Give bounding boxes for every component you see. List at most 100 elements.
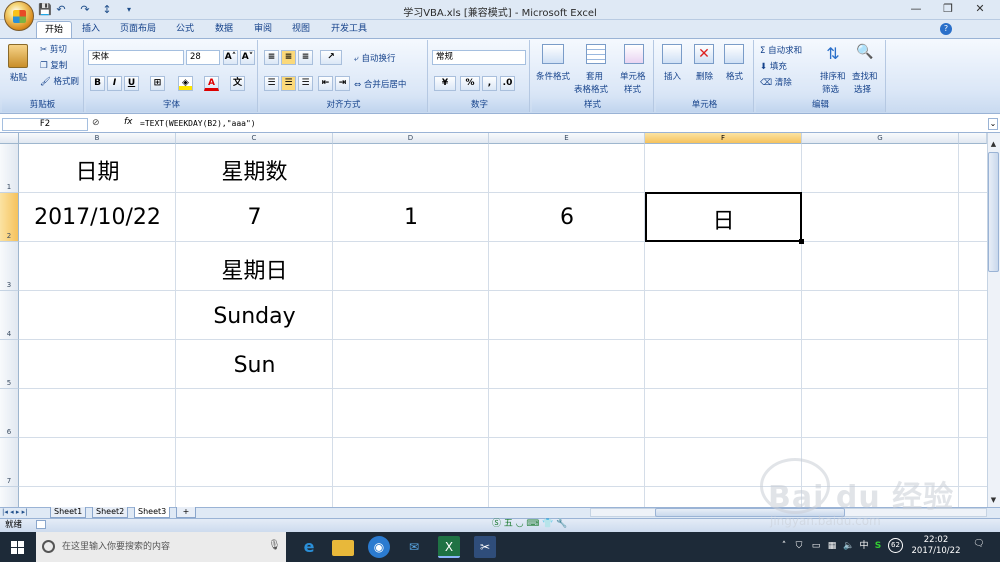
format-cells-icon[interactable] xyxy=(724,44,744,64)
border-icon[interactable]: ⊞ xyxy=(150,76,165,91)
table-format-line1[interactable]: 套用 xyxy=(586,70,603,82)
insert-cells-icon[interactable] xyxy=(662,44,682,64)
network-icon[interactable]: ▦ xyxy=(826,540,838,552)
fill-handle[interactable] xyxy=(799,239,804,244)
row-header-5[interactable]: 5 xyxy=(0,340,19,389)
number-format-select[interactable]: 常规 xyxy=(432,50,526,65)
cell-style-icon[interactable] xyxy=(624,44,644,64)
underline-button[interactable]: U xyxy=(124,76,139,91)
column-header-h[interactable] xyxy=(959,133,987,144)
cell-e2[interactable]: 6 xyxy=(489,205,645,230)
tab-review[interactable]: 审阅 xyxy=(246,21,280,38)
sort-filter-icon[interactable]: ⇅ xyxy=(824,44,842,64)
column-header-f[interactable]: F xyxy=(645,133,802,144)
column-header-c[interactable]: C xyxy=(176,133,333,144)
find-select-line2[interactable]: 选择 xyxy=(854,83,871,95)
comma-button[interactable]: , xyxy=(482,76,497,91)
cut-button[interactable]: ✂ 剪切 xyxy=(40,43,67,55)
align-right-icon[interactable]: ☰ xyxy=(298,76,313,91)
font-size-select[interactable]: 28 xyxy=(186,50,220,65)
increase-indent-icon[interactable]: ⇥ xyxy=(335,76,350,91)
sheet-tab-2[interactable]: Sheet2 xyxy=(92,507,129,518)
cell-b2[interactable]: 2017/10/22 xyxy=(19,205,176,230)
sheet-tab-1[interactable]: Sheet1 xyxy=(50,507,87,518)
grow-font-button[interactable]: A˄ xyxy=(223,50,238,65)
worksheet-grid[interactable] xyxy=(0,133,987,507)
cell-b1[interactable]: 日期 xyxy=(19,154,176,186)
increase-decimal-icon[interactable]: .0 xyxy=(500,76,515,91)
sheet-nav-icons[interactable]: |◂ ◂ ▸ ▸| xyxy=(2,507,27,518)
microphone-icon[interactable]: 🎙 xyxy=(268,540,281,554)
align-center-icon[interactable]: ☰ xyxy=(281,76,296,91)
conditional-format-button[interactable]: 条件格式 xyxy=(536,70,570,82)
paste-icon[interactable] xyxy=(8,44,28,68)
sort-filter-line1[interactable]: 排序和 xyxy=(820,70,846,82)
cell-c1[interactable]: 星期数 xyxy=(176,154,333,186)
fx-button[interactable]: fx xyxy=(124,117,133,127)
name-box[interactable]: F2 xyxy=(2,118,88,131)
formula-input[interactable]: =TEXT(WEEKDAY(B2),"aaa") xyxy=(140,118,985,131)
shrink-font-button[interactable]: A˅ xyxy=(240,50,255,65)
row-header-4[interactable]: 4 xyxy=(0,291,19,340)
tab-home[interactable]: 开始 xyxy=(36,21,73,38)
row-header-7[interactable]: 7 xyxy=(0,438,19,487)
column-header-g[interactable]: G xyxy=(802,133,959,144)
find-select-line1[interactable]: 查找和 xyxy=(852,70,878,82)
edge-icon[interactable]: e xyxy=(298,536,320,558)
copy-button[interactable]: ❐ 复制 xyxy=(40,59,67,71)
cell-c2[interactable]: 7 xyxy=(176,205,333,230)
italic-button[interactable]: I xyxy=(107,76,122,91)
tab-view[interactable]: 视图 xyxy=(284,21,318,38)
wrap-text-button[interactable]: ⤶ 自动换行 xyxy=(354,52,395,64)
cell-c3[interactable]: 星期日 xyxy=(176,253,333,285)
screenshot-app-icon[interactable]: ✂ xyxy=(474,536,496,558)
minimize-button[interactable]: — xyxy=(905,2,927,16)
insert-cells-button[interactable]: 插入 xyxy=(664,70,681,82)
fill-button[interactable]: ⬇ 填充 xyxy=(760,60,787,72)
binoculars-icon[interactable]: 🔍 xyxy=(856,44,874,64)
row-header-6[interactable]: 6 xyxy=(0,389,19,438)
office-button[interactable] xyxy=(4,1,34,31)
start-button[interactable] xyxy=(0,532,36,562)
shield-icon[interactable]: ⛉ xyxy=(793,540,805,552)
new-sheet-icon[interactable]: + xyxy=(176,507,196,518)
file-explorer-icon[interactable] xyxy=(332,540,354,556)
row-header-2[interactable]: 2 xyxy=(0,193,19,242)
merge-center-button[interactable]: ⇔ 合并后居中 xyxy=(354,78,406,90)
browser-icon[interactable]: ◉ xyxy=(368,536,390,558)
tab-page-layout[interactable]: 页面布局 xyxy=(112,21,164,38)
tab-developer[interactable]: 开发工具 xyxy=(323,21,375,38)
expand-formula-icon[interactable]: ⌄ xyxy=(988,118,998,130)
phonetic-icon[interactable]: 文 xyxy=(230,76,245,91)
clear-button[interactable]: ⌫ 清除 xyxy=(760,76,792,88)
ime-toolbar[interactable]: Ⓢ 五 ◡ ⌨ 👕 🔧 xyxy=(492,518,598,531)
format-painter-button[interactable]: 🖌 格式刷 xyxy=(40,75,79,87)
align-bottom-icon[interactable]: ≡ xyxy=(298,50,313,65)
column-header-e[interactable]: E xyxy=(489,133,645,144)
autosum-button[interactable]: Σ 自动求和 xyxy=(760,44,802,56)
delete-cells-button[interactable]: 删除 xyxy=(696,70,713,82)
delete-cells-icon[interactable]: ✕ xyxy=(694,44,714,64)
align-top-icon[interactable]: ≡ xyxy=(264,50,279,65)
sogou-icon[interactable]: S xyxy=(872,540,884,552)
tray-expand-icon[interactable]: ˄ xyxy=(778,540,790,552)
orientation-icon[interactable]: ↗ xyxy=(320,50,342,65)
row-header-8[interactable] xyxy=(0,487,19,507)
cell-c4[interactable]: Sunday xyxy=(176,304,333,329)
font-name-select[interactable]: 宋体 xyxy=(88,50,184,65)
percent-button[interactable]: % xyxy=(460,76,480,91)
battery-icon[interactable]: ▭ xyxy=(810,540,822,552)
cell-style-line1[interactable]: 单元格 xyxy=(620,70,646,82)
vertical-scroll-thumb[interactable] xyxy=(988,152,999,272)
excel-icon[interactable]: X xyxy=(438,536,460,558)
tab-formulas[interactable]: 公式 xyxy=(168,21,202,38)
macro-record-icon[interactable] xyxy=(36,520,46,529)
paste-button[interactable]: 粘贴 xyxy=(10,71,27,83)
fill-color-icon[interactable]: ◈ xyxy=(178,76,193,91)
table-format-icon[interactable] xyxy=(586,44,606,64)
close-button[interactable]: ✕ xyxy=(969,2,991,16)
table-format-line2[interactable]: 表格格式 xyxy=(574,83,608,95)
row-header-3[interactable]: 3 xyxy=(0,242,19,291)
cell-d2[interactable]: 1 xyxy=(333,205,489,230)
conditional-format-icon[interactable] xyxy=(542,44,564,64)
